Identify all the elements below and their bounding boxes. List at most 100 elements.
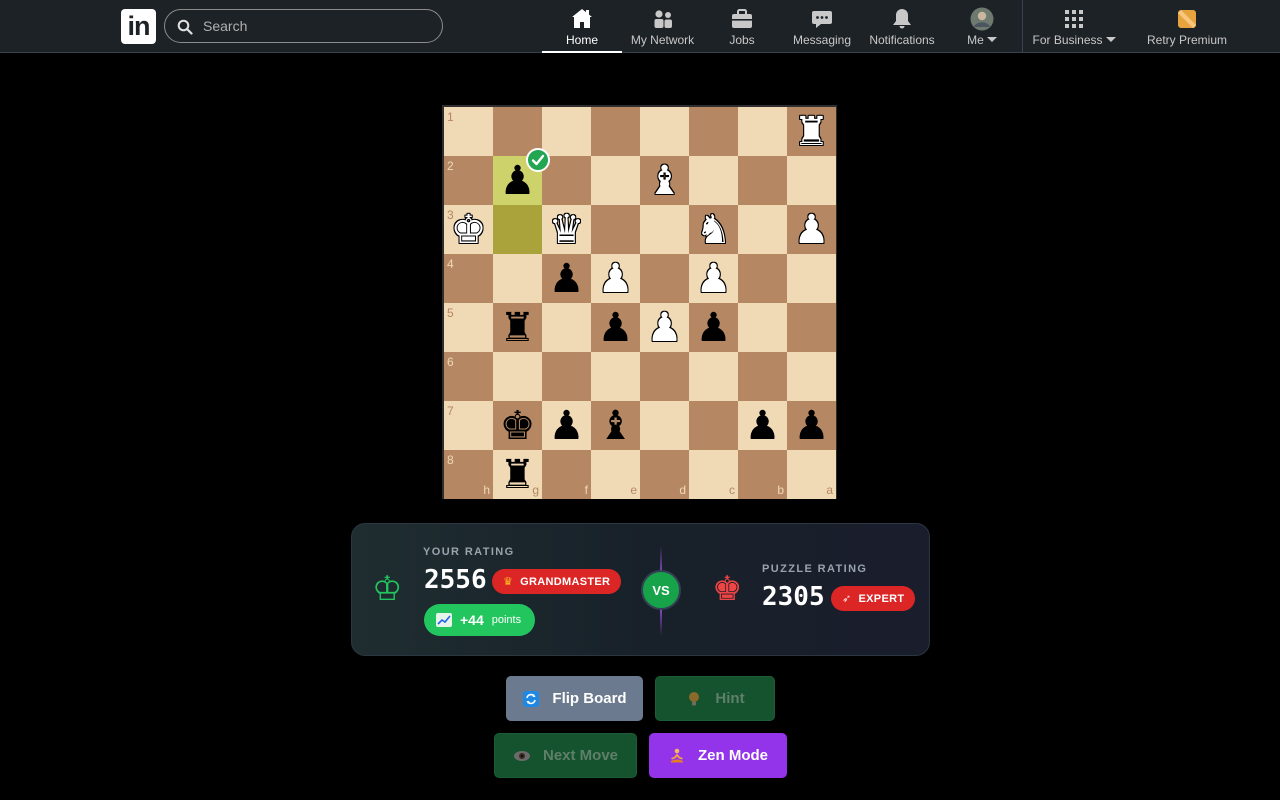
board-square-c5[interactable]: ♟ — [689, 303, 738, 352]
nav-for-business[interactable]: For Business — [1032, 0, 1116, 52]
board-square-e6[interactable] — [591, 352, 640, 401]
board-square-g6[interactable] — [493, 352, 542, 401]
white-piece[interactable]: ♟ — [794, 208, 830, 252]
board-square-b8[interactable]: b — [738, 450, 787, 499]
black-piece[interactable]: ♟ — [745, 404, 781, 448]
board-square-e1[interactable] — [591, 107, 640, 156]
black-piece[interactable]: ♟ — [549, 257, 585, 301]
white-piece[interactable]: ♟ — [696, 257, 732, 301]
board-square-g5[interactable]: ♜ — [493, 303, 542, 352]
nav-home[interactable]: Home — [542, 0, 622, 53]
board-square-c3[interactable]: ♞ — [689, 205, 738, 254]
board-square-b5[interactable] — [738, 303, 787, 352]
nav-my-network[interactable]: My Network — [626, 0, 699, 52]
flip-board-button[interactable]: Flip Board — [506, 676, 643, 721]
board-square-d6[interactable] — [640, 352, 689, 401]
black-piece[interactable]: ♟ — [549, 404, 585, 448]
board-square-h3[interactable]: 3 ♚ — [444, 205, 493, 254]
board-square-g3[interactable] — [493, 205, 542, 254]
board-square-a8[interactable]: a — [787, 450, 836, 499]
nav-notifications[interactable]: Notifications — [866, 0, 938, 52]
board-square-g4[interactable] — [493, 254, 542, 303]
board-square-h5[interactable]: 5 — [444, 303, 493, 352]
search-input[interactable] — [203, 10, 433, 42]
board-square-e4[interactable]: ♟ — [591, 254, 640, 303]
board-square-f3[interactable]: ♛ — [542, 205, 591, 254]
nav-me[interactable]: Me — [960, 0, 1004, 52]
board-square-c2[interactable] — [689, 156, 738, 205]
black-piece[interactable]: ♜ — [500, 453, 536, 497]
board-square-f5[interactable] — [542, 303, 591, 352]
white-piece[interactable]: ♞ — [696, 208, 732, 252]
lightbulb-icon — [685, 690, 703, 708]
board-square-h8[interactable]: 8h — [444, 450, 493, 499]
board-square-c4[interactable]: ♟ — [689, 254, 738, 303]
black-piece[interactable]: ♚ — [500, 404, 536, 448]
points-value: +44 — [460, 612, 484, 628]
board-square-e8[interactable]: e — [591, 450, 640, 499]
board-square-c1[interactable] — [689, 107, 738, 156]
board-square-b6[interactable] — [738, 352, 787, 401]
board-square-h7[interactable]: 7 — [444, 401, 493, 450]
board-square-f6[interactable] — [542, 352, 591, 401]
board-square-d5[interactable]: ♟ — [640, 303, 689, 352]
board-square-h1[interactable]: 1 — [444, 107, 493, 156]
board-square-f1[interactable] — [542, 107, 591, 156]
board-square-d7[interactable] — [640, 401, 689, 450]
linkedin-logo[interactable]: in — [121, 9, 156, 44]
board-square-a1[interactable]: ♜ — [787, 107, 836, 156]
board-square-a7[interactable]: ♟ — [787, 401, 836, 450]
search-box[interactable] — [164, 9, 443, 43]
board-square-a4[interactable] — [787, 254, 836, 303]
board-square-d3[interactable] — [640, 205, 689, 254]
white-piece[interactable]: ♛ — [549, 208, 585, 252]
board-square-c6[interactable] — [689, 352, 738, 401]
nav-messaging[interactable]: Messaging — [790, 0, 854, 52]
zen-mode-button[interactable]: Zen Mode — [649, 733, 787, 778]
board-square-e5[interactable]: ♟ — [591, 303, 640, 352]
board-square-b7[interactable]: ♟ — [738, 401, 787, 450]
board-square-a2[interactable] — [787, 156, 836, 205]
board-square-e3[interactable] — [591, 205, 640, 254]
black-piece[interactable]: ♝ — [598, 404, 634, 448]
board-square-h2[interactable]: 2 — [444, 156, 493, 205]
board-square-e2[interactable] — [591, 156, 640, 205]
board-square-f4[interactable]: ♟ — [542, 254, 591, 303]
white-piece[interactable]: ♜ — [794, 110, 830, 154]
black-piece[interactable]: ♜ — [500, 306, 536, 350]
nav-retry-premium[interactable]: Retry Premium — [1144, 0, 1230, 52]
white-piece[interactable]: ♟ — [598, 257, 634, 301]
white-piece[interactable]: ♝ — [647, 159, 683, 203]
board-square-h4[interactable]: 4 — [444, 254, 493, 303]
board-square-a5[interactable] — [787, 303, 836, 352]
board-square-g2[interactable]: ♟ — [493, 148, 550, 205]
board-square-b4[interactable] — [738, 254, 787, 303]
flip-board-label: Flip Board — [552, 690, 627, 707]
white-piece[interactable]: ♚ — [451, 208, 487, 252]
board-square-h6[interactable]: 6 — [444, 352, 493, 401]
board-square-d4[interactable] — [640, 254, 689, 303]
hint-button[interactable]: Hint — [655, 676, 775, 721]
board-square-d1[interactable] — [640, 107, 689, 156]
board-square-b2[interactable] — [738, 156, 787, 205]
board-square-e7[interactable]: ♝ — [591, 401, 640, 450]
board-square-b3[interactable] — [738, 205, 787, 254]
nav-divider — [1022, 0, 1023, 52]
board-square-c8[interactable]: c — [689, 450, 738, 499]
white-piece[interactable]: ♟ — [647, 306, 683, 350]
nav-jobs[interactable]: Jobs — [715, 0, 769, 52]
black-piece[interactable]: ♟ — [794, 404, 830, 448]
board-square-f8[interactable]: f — [542, 450, 591, 499]
board-square-d2[interactable]: ♝ — [640, 156, 689, 205]
board-square-g7[interactable]: ♚ — [493, 401, 542, 450]
board-square-b1[interactable] — [738, 107, 787, 156]
board-square-c7[interactable] — [689, 401, 738, 450]
board-square-d8[interactable]: d — [640, 450, 689, 499]
board-square-a3[interactable]: ♟ — [787, 205, 836, 254]
next-move-button[interactable]: Next Move — [494, 733, 637, 778]
board-square-f7[interactable]: ♟ — [542, 401, 591, 450]
black-piece[interactable]: ♟ — [598, 306, 634, 350]
board-square-g8[interactable]: g ♜ — [493, 450, 542, 499]
board-square-a6[interactable] — [787, 352, 836, 401]
black-piece[interactable]: ♟ — [696, 306, 732, 350]
